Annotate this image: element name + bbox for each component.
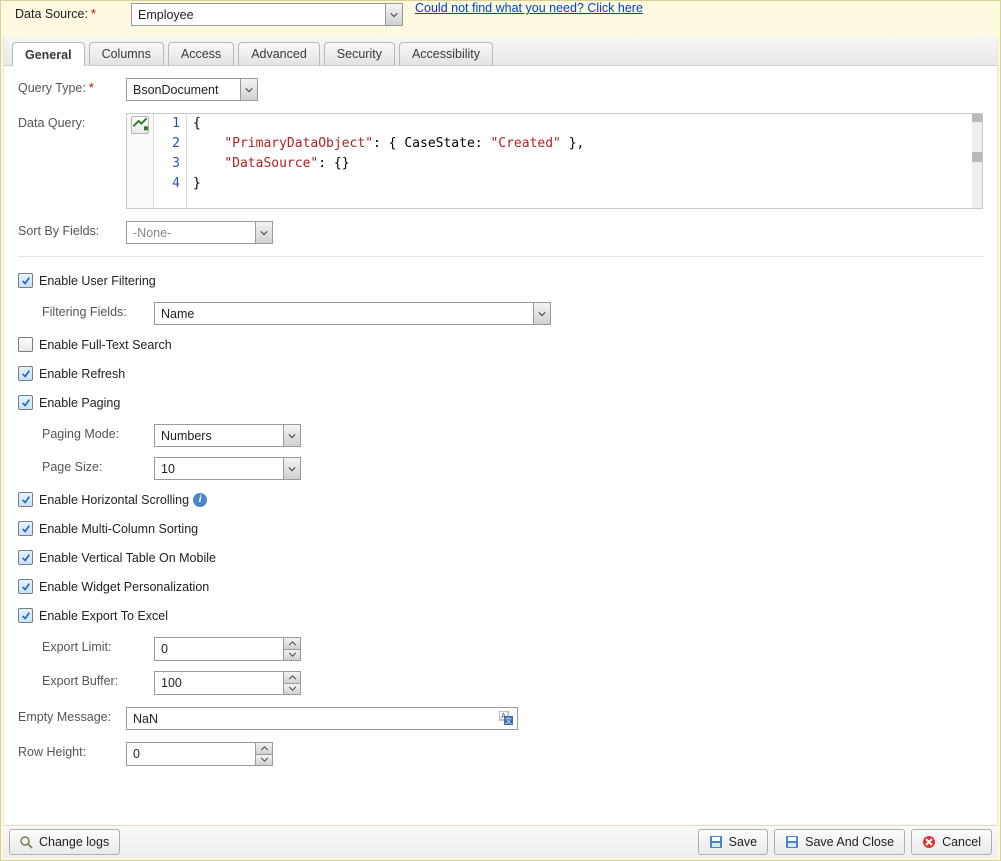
footer: Change logs Save Save And Close Cancel [3,825,998,858]
save-icon [709,835,723,849]
cancel-button[interactable]: Cancel [911,829,992,855]
editor-scrollbar[interactable] [972,114,982,208]
spinner-down-icon[interactable] [284,684,300,695]
enable-vertical-mobile-checkbox[interactable] [18,550,33,565]
enable-personalization-checkbox[interactable] [18,579,33,594]
editor-expand-icon[interactable] [131,116,149,134]
filtering-fields-label: Filtering Fields: [42,302,154,319]
enable-export-label: Enable Export To Excel [39,609,168,623]
page-size-select[interactable]: 10 [154,457,301,480]
export-buffer-label: Export Buffer: [42,671,154,688]
sort-by-label: Sort By Fields: [18,221,126,238]
help-link[interactable]: Could not find what you need? Click here [415,1,643,15]
tab-columns[interactable]: Columns [89,42,164,65]
tab-access[interactable]: Access [168,42,234,65]
cancel-icon [922,835,936,849]
enable-export-checkbox[interactable] [18,608,33,623]
paging-mode-label: Paging Mode: [42,424,154,441]
page-size-value: 10 [155,462,283,476]
tab-accessibility[interactable]: Accessibility [399,42,493,65]
editor-gutter: 1 2 3 4 [154,114,187,208]
empty-message-label: Empty Message: [18,707,126,724]
sort-by-select[interactable]: -None- [126,221,273,244]
editor-body[interactable]: { "PrimaryDataObject": { CaseState: "Cre… [187,114,982,208]
enable-multi-sort-label: Enable Multi-Column Sorting [39,522,198,536]
cancel-label: Cancel [942,835,981,849]
enable-user-filtering-checkbox[interactable] [18,273,33,288]
translate-icon[interactable]: A文 [499,711,513,728]
row-height-label: Row Height: [18,742,126,759]
enable-refresh-checkbox[interactable] [18,366,33,381]
empty-message-value: NaN [127,712,517,726]
data-source-value: Employee [132,8,385,22]
row-height-input[interactable]: 0 [126,742,273,766]
chevron-down-icon[interactable] [385,4,402,25]
paging-mode-select[interactable]: Numbers [154,424,301,447]
chevron-down-icon[interactable] [283,425,300,446]
tab-strip: General Columns Access Advanced Security… [4,37,997,66]
query-type-select[interactable]: BsonDocument [126,78,258,101]
enable-vertical-mobile-label: Enable Vertical Table On Mobile [39,551,216,565]
svg-text:文: 文 [505,716,512,725]
row-height-value: 0 [127,743,255,765]
page-size-label: Page Size: [42,457,154,474]
data-query-editor[interactable]: 1 2 3 4 { "PrimaryDataObject": { CaseSta… [126,113,983,209]
save-close-label: Save And Close [805,835,894,849]
save-icon [785,835,799,849]
data-query-label: Data Query: [18,113,126,130]
export-limit-input[interactable]: 0 [154,637,301,661]
export-buffer-value: 100 [155,672,283,694]
change-logs-button[interactable]: Change logs [9,829,120,855]
tab-general[interactable]: General [12,42,85,66]
filtering-fields-select[interactable]: Name [154,302,551,325]
data-source-select[interactable]: Employee [131,3,403,26]
paging-mode-value: Numbers [155,429,283,443]
spinner-down-icon[interactable] [284,650,300,661]
data-source-label: Data Source:* [15,3,131,21]
enable-horizontal-scroll-checkbox[interactable] [18,492,33,507]
enable-full-text-checkbox[interactable] [18,337,33,352]
enable-horizontal-scroll-label: Enable Horizontal Scrolling [39,493,189,507]
export-limit-value: 0 [155,638,283,660]
enable-personalization-label: Enable Widget Personalization [39,580,209,594]
save-label: Save [729,835,758,849]
sort-by-value: -None- [127,226,255,240]
enable-multi-sort-checkbox[interactable] [18,521,33,536]
enable-refresh-label: Enable Refresh [39,367,125,381]
spinner-up-icon[interactable] [284,638,300,650]
chevron-down-icon[interactable] [240,79,257,100]
spinner-up-icon[interactable] [284,672,300,684]
query-type-label: Query Type:* [18,78,126,95]
save-button[interactable]: Save [698,829,769,855]
magnifier-icon [20,836,33,849]
tab-security[interactable]: Security [324,42,395,65]
export-buffer-input[interactable]: 100 [154,671,301,695]
filtering-fields-value: Name [155,307,533,321]
spinner-up-icon[interactable] [256,743,272,755]
empty-message-input[interactable]: NaN A文 [126,707,518,730]
tab-advanced[interactable]: Advanced [238,42,320,65]
info-icon[interactable]: i [193,493,207,507]
chevron-down-icon[interactable] [283,458,300,479]
enable-full-text-label: Enable Full-Text Search [39,338,172,352]
enable-paging-checkbox[interactable] [18,395,33,410]
enable-paging-label: Enable Paging [39,396,120,410]
spinner-down-icon[interactable] [256,755,272,766]
chevron-down-icon[interactable] [533,303,550,324]
query-type-value: BsonDocument [127,83,240,97]
change-logs-label: Change logs [39,835,109,849]
export-limit-label: Export Limit: [42,637,154,654]
enable-user-filtering-label: Enable User Filtering [39,274,156,288]
save-close-button[interactable]: Save And Close [774,829,905,855]
chevron-down-icon[interactable] [255,222,272,243]
